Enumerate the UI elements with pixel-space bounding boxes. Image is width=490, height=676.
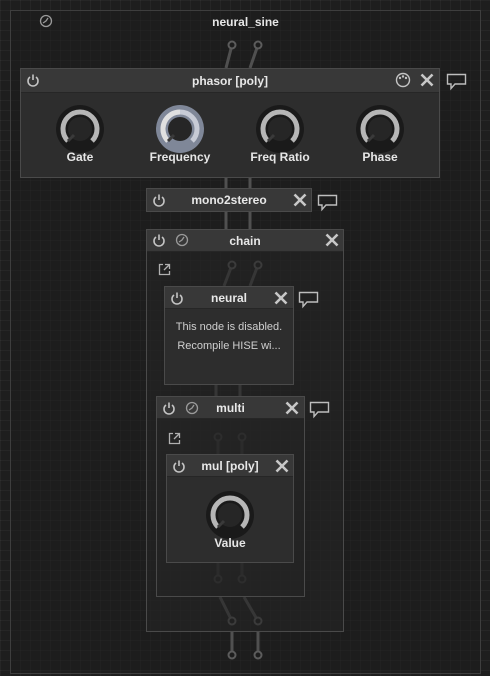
power-icon[interactable] <box>168 289 186 307</box>
close-icon[interactable] <box>291 191 309 209</box>
root-title: neural_sine <box>212 15 279 29</box>
knob-label: Freq Ratio <box>250 150 310 164</box>
phasor-header[interactable]: phasor [poly] <box>21 69 439 93</box>
disabled-message-line2: Recompile HISE wi... <box>177 340 281 352</box>
node-title: multi <box>216 401 245 415</box>
disabled-message-line1: This node is disabled. <box>175 321 283 333</box>
disabled-message: This node is disabled. Recompile HISE wi… <box>164 318 294 358</box>
knob-gate[interactable] <box>55 104 105 154</box>
knob-label: Value <box>214 536 246 550</box>
node-title: phasor [poly] <box>191 74 268 88</box>
knob-freq-ratio[interactable] <box>255 104 305 154</box>
power-icon[interactable] <box>150 191 168 209</box>
knob-value[interactable] <box>205 490 255 540</box>
close-icon[interactable] <box>418 71 436 89</box>
knob-phase[interactable] <box>355 104 405 154</box>
knob-label: Gate <box>66 150 94 164</box>
knob-label: Frequency <box>149 150 211 164</box>
modulation-icon[interactable] <box>183 399 201 417</box>
close-icon[interactable] <box>283 399 301 417</box>
modulation-icon[interactable] <box>173 231 191 249</box>
close-icon[interactable] <box>273 457 291 475</box>
multi-header[interactable]: multi <box>157 397 304 419</box>
power-icon[interactable] <box>170 457 188 475</box>
close-icon[interactable] <box>272 289 290 307</box>
comment-icon[interactable] <box>445 72 467 92</box>
export-icon[interactable] <box>157 262 171 276</box>
comment-icon[interactable] <box>316 193 338 213</box>
comment-icon[interactable] <box>297 290 319 310</box>
power-icon[interactable] <box>24 71 42 89</box>
mono2stereo-node[interactable]: mono2stereo <box>146 188 312 212</box>
node-title: mono2stereo <box>191 193 267 207</box>
comment-icon[interactable] <box>308 400 330 420</box>
power-icon[interactable] <box>160 399 178 417</box>
close-icon[interactable] <box>323 231 341 249</box>
parameter-mode-icon[interactable] <box>394 71 412 89</box>
power-icon[interactable] <box>150 231 168 249</box>
modulation-icon[interactable] <box>38 13 54 29</box>
export-icon[interactable] <box>167 431 181 445</box>
knob-frequency[interactable] <box>155 104 205 154</box>
knob-label: Phase <box>362 150 398 164</box>
